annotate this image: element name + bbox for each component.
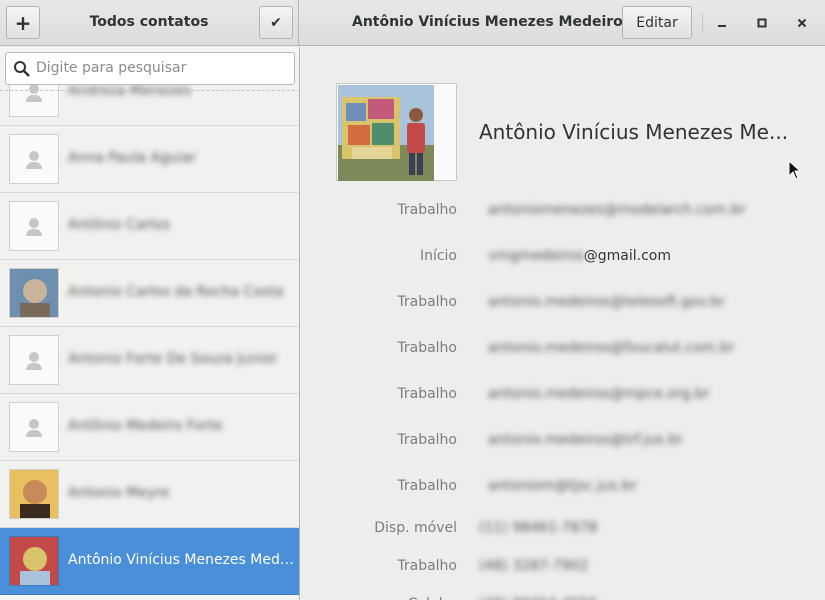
contact-field: Trabalho antonio.medeiros@telesoft.gov.br [300,291,825,315]
field-label: Celular [408,596,457,600]
field-value[interactable]: antonio.medeiros@mpce.org.br [488,386,709,402]
field-value[interactable]: antonio.medeiros@telesoft.gov.br [488,294,725,310]
maximize-button[interactable] [750,12,774,34]
contact-name-label: Antonio Carlos da Rocha Costa [68,284,284,300]
avatar-placeholder-icon [9,201,59,251]
contact-photo-image [338,85,434,181]
contact-avatar [9,268,59,318]
contact-row[interactable]: Antonio Carlos da Rocha Costa [0,260,299,327]
contact-name-label: Antonio Forte De Souza Junior [68,351,278,367]
contact-field: Trabalho (48) 3287-7902 [300,555,825,579]
contact-row[interactable]: Antonio Forte De Souza Junior [0,327,299,394]
field-value-redacted: vmgmedeiros [488,248,584,264]
contact-name-label: Antônio Carlos [68,217,171,233]
field-label: Trabalho [397,340,457,356]
field-value-domain: @gmail.com [583,248,671,264]
field-label: Disp. móvel [374,520,457,536]
contact-name-label: Andreza Menezes [68,83,192,99]
contact-field: Trabalho antonio.medeiros@mpce.org.br [300,383,825,407]
field-value[interactable]: antonio.medeiros@foucalut.com.br [488,340,734,356]
minimize-button[interactable] [710,12,734,34]
contact-name-label: Anna Paula Aguiar [68,150,197,166]
contacts-sidebar: Andreza Menezes Anna Paula Aguiar Antônio … [0,47,300,600]
contact-row[interactable]: Antônio Medeiro Forte [0,394,299,461]
field-value[interactable]: vmgmedeiros@gmail.com [488,248,671,264]
avatar-placeholder-icon [9,402,59,452]
contact-row[interactable]: Anna Paula Aguiar [0,126,299,193]
checkmark-icon: ✔ [270,14,282,31]
search-divider [0,90,299,91]
search-icon [14,61,30,77]
search-placeholder: Digite para pesquisar [36,60,187,76]
field-label: Início [419,248,457,264]
plus-icon: + [14,10,32,35]
contact-row[interactable]: Antônio Carlos [0,193,299,260]
maximize-icon [757,18,767,28]
contact-name-label: Antonio Meyre [68,485,170,501]
sidebar-title: Todos contatos [89,14,209,30]
contact-name-label: Antônio Medeiro Forte [68,418,223,434]
header-bar: + Todos contatos ✔ Antônio Vinícius Mene… [0,0,825,46]
header-separator [702,14,703,32]
contact-title: Antônio Vinícius Menezes Medeiros [352,14,632,30]
contact-field: Início vmgmedeiros@gmail.com [300,245,825,269]
field-label: Trabalho [397,386,457,402]
contact-field: Trabalho antonio.medeiros@foucalut.com.br [300,337,825,361]
sidebar-header: + Todos contatos ✔ [0,0,299,46]
field-label: Trabalho [397,558,457,574]
edit-button[interactable]: Editar [622,6,692,39]
contact-name-label: Antônio Vinícius Menezes Medeir... [68,552,294,568]
contact-field: Celular (48) 99464-4556 [300,593,825,600]
search-field[interactable]: Digite para pesquisar [5,52,295,85]
contact-photo[interactable] [336,83,457,181]
field-value[interactable]: (11) 98461-7878 [479,520,597,536]
contact-avatar [9,469,59,519]
field-value[interactable]: (48) 99464-4556 [479,596,597,600]
minimize-icon [718,25,726,27]
close-icon [797,18,807,28]
field-label: Trabalho [397,478,457,494]
field-value[interactable]: antonio.medeiros@trf.jus.br [488,432,683,448]
mouse-pointer-icon [788,160,802,180]
contact-detail: Antônio Vinícius Menezes Me... Trabalho a… [300,47,825,600]
close-button[interactable] [790,12,814,34]
field-label: Trabalho [397,294,457,310]
field-value[interactable]: antoniom@tjsc.jus.br [488,478,636,494]
contact-field: Trabalho antoniomenezes@modelarch.com.br [300,199,825,223]
contact-avatar [9,536,59,586]
field-label: Trabalho [397,432,457,448]
contact-name: Antônio Vinícius Menezes Me... [479,120,789,144]
contact-field: Disp. móvel (11) 98461-7878 [300,517,825,541]
contact-field: Trabalho antonio.medeiros@trf.jus.br [300,429,825,453]
contact-row[interactable]: Antônio Vinícius Menezes Medeir... [0,528,299,595]
field-label: Trabalho [397,202,457,218]
avatar-placeholder-icon [9,335,59,385]
selection-mode-button[interactable]: ✔ [259,6,293,39]
avatar-placeholder-icon [9,134,59,184]
contact-field: Trabalho antoniom@tjsc.jus.br [300,475,825,499]
add-contact-button[interactable]: + [6,6,40,39]
field-value[interactable]: (48) 3287-7902 [479,558,589,574]
field-value[interactable]: antoniomenezes@modelarch.com.br [488,202,745,218]
contact-row[interactable]: Antonio Meyre [0,461,299,528]
